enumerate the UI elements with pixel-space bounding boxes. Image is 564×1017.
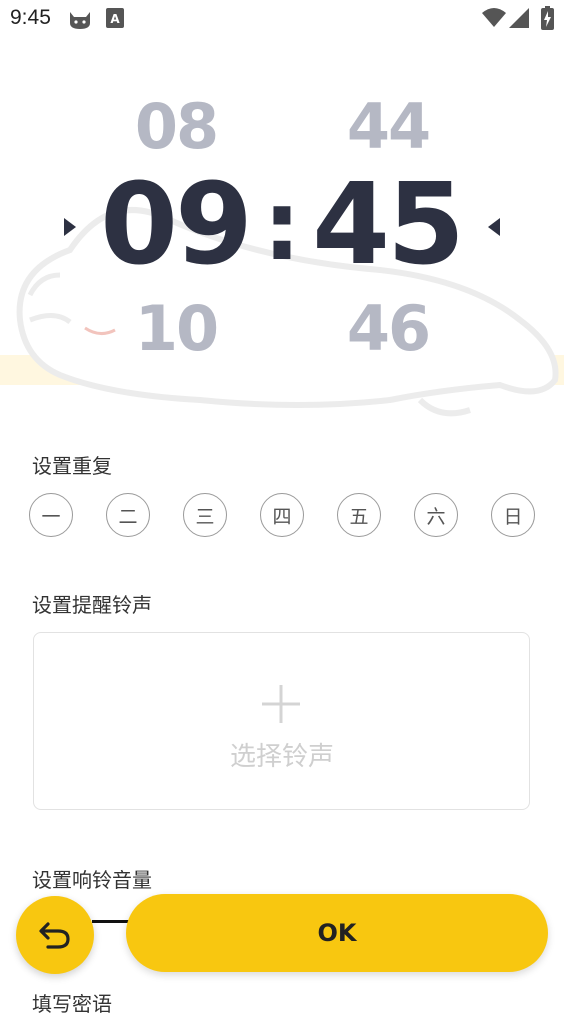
slider-track	[92, 920, 132, 923]
cat-notification-icon	[68, 8, 92, 34]
undo-arrow-icon	[39, 922, 70, 949]
hour-next[interactable]: 10	[118, 292, 234, 365]
minute-next[interactable]: 46	[330, 292, 446, 365]
battery-charging-icon	[541, 6, 554, 34]
volume-label: 设置响铃音量	[32, 868, 152, 892]
minute-current[interactable]: 45	[312, 160, 465, 290]
day-sunday[interactable]: 日	[491, 493, 535, 537]
status-time: 9:45	[10, 6, 51, 29]
repeat-days: 一 二 三 四 五 六 日	[29, 493, 535, 539]
minute-previous[interactable]: 44	[330, 90, 446, 163]
time-picker[interactable]: 08 44 09 : 45 10 46	[0, 70, 564, 420]
repeat-label: 设置重复	[32, 454, 112, 478]
day-thursday[interactable]: 四	[260, 493, 304, 537]
day-wednesday[interactable]: 三	[183, 493, 227, 537]
back-button[interactable]	[16, 896, 94, 974]
password-label: 填写密语	[32, 992, 112, 1016]
plus-icon[interactable]	[262, 685, 300, 723]
ok-button[interactable]: OK	[126, 894, 548, 972]
day-friday[interactable]: 五	[337, 493, 381, 537]
wifi-icon	[482, 8, 506, 32]
time-separator: :	[262, 170, 302, 282]
left-pointer-icon	[64, 218, 76, 236]
hour-current[interactable]: 09	[100, 160, 253, 290]
choose-ringtone-text[interactable]: 选择铃声	[0, 736, 564, 773]
day-tuesday[interactable]: 二	[106, 493, 150, 537]
signal-icon	[509, 8, 529, 32]
svg-text:A: A	[110, 12, 120, 26]
status-bar: 9:45 A	[0, 0, 564, 40]
right-pointer-icon	[488, 218, 500, 236]
hour-previous[interactable]: 08	[118, 90, 234, 163]
text-a-notification-icon: A	[106, 8, 124, 32]
day-monday[interactable]: 一	[29, 493, 73, 537]
ringtone-label: 设置提醒铃声	[32, 593, 152, 617]
day-saturday[interactable]: 六	[414, 493, 458, 537]
